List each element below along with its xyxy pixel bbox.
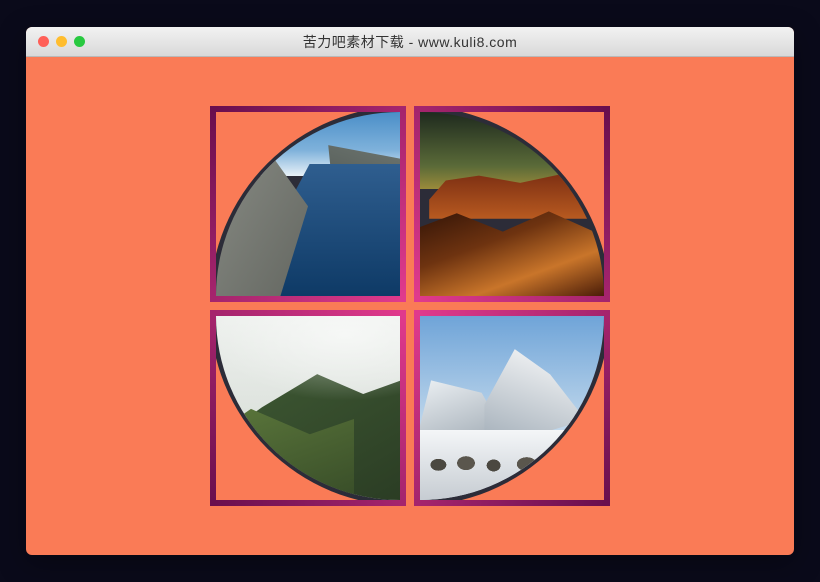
close-icon[interactable] (38, 36, 49, 47)
gallery-quad-bottom-right[interactable] (414, 310, 610, 506)
window-controls (38, 36, 85, 47)
circular-gallery (210, 106, 610, 506)
gallery-quad-top-right[interactable] (414, 106, 610, 302)
desert-rocks-image (420, 112, 604, 296)
maximize-icon[interactable] (74, 36, 85, 47)
window-title: 苦力吧素材下载 - www.kuli8.com (26, 32, 794, 52)
snow-mountain-image (420, 316, 604, 500)
minimize-icon[interactable] (56, 36, 67, 47)
stage (26, 57, 794, 555)
gallery-quad-top-left[interactable] (210, 106, 406, 302)
fjord-landscape-image (216, 112, 400, 296)
browser-window: 苦力吧素材下载 - www.kuli8.com (26, 27, 794, 555)
green-ridge-image (216, 316, 400, 500)
gallery-quad-bottom-left[interactable] (210, 310, 406, 506)
title-bar: 苦力吧素材下载 - www.kuli8.com (26, 27, 794, 57)
